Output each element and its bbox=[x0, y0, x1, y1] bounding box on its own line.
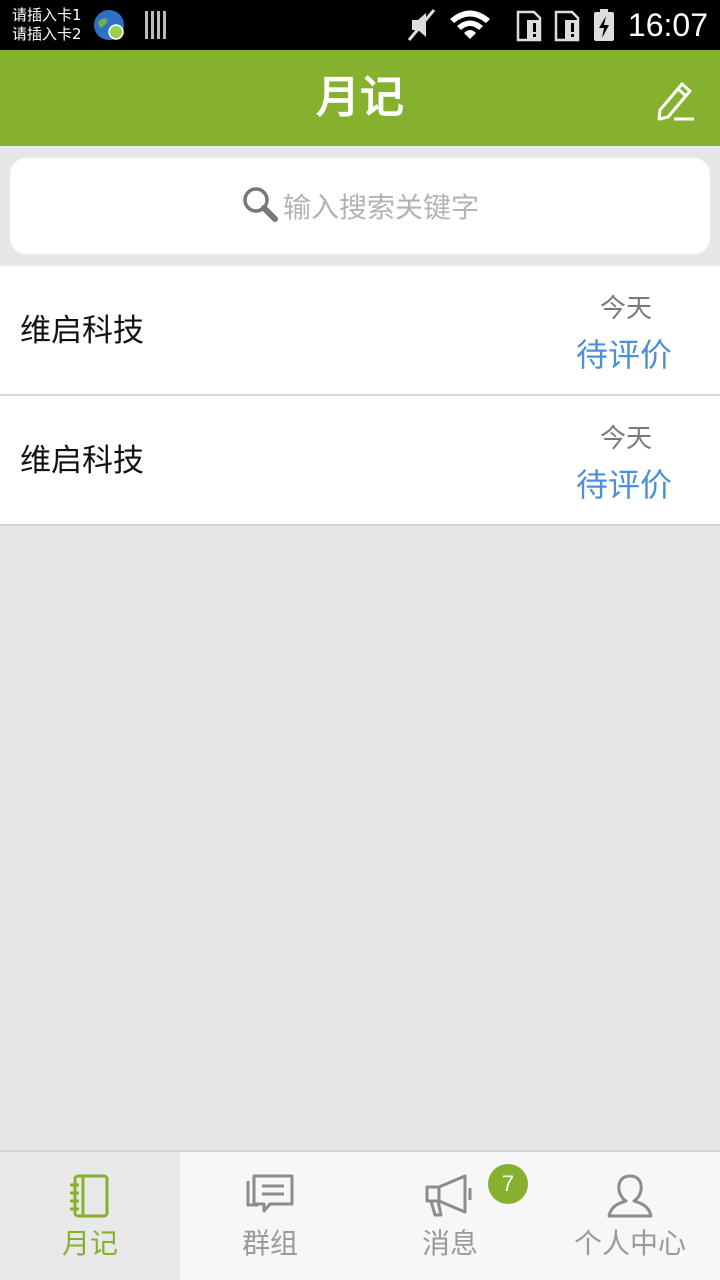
barcode-icon bbox=[144, 0, 170, 50]
status-time: 16:07 bbox=[627, 7, 708, 43]
person-icon bbox=[605, 1172, 655, 1220]
megaphone-icon bbox=[423, 1172, 477, 1220]
mute-icon bbox=[406, 0, 438, 50]
list-item-status[interactable]: 待评价 bbox=[576, 330, 672, 376]
search-icon bbox=[241, 185, 283, 227]
list-item-date: 今天 bbox=[599, 294, 652, 324]
notebook-icon bbox=[67, 1172, 113, 1220]
list-item-title: 维启科技 bbox=[20, 313, 144, 349]
tab-messages-label: 消息 bbox=[421, 1227, 478, 1260]
tab-profile[interactable]: 个人中心 bbox=[540, 1152, 720, 1280]
edit-pencil-icon[interactable] bbox=[650, 76, 698, 124]
search-input[interactable]: 输入搜索关键字 bbox=[10, 158, 710, 254]
chat-group-icon bbox=[244, 1172, 296, 1220]
battery-charging-icon bbox=[592, 0, 616, 50]
wifi-icon bbox=[448, 0, 492, 50]
tab-profile-label: 个人中心 bbox=[573, 1227, 686, 1260]
page-title: 月记 bbox=[316, 72, 404, 123]
list-item[interactable]: 维启科技 今天 待评价 bbox=[0, 396, 720, 526]
tab-messages[interactable]: 消息 7 bbox=[360, 1152, 540, 1280]
list-item-status[interactable]: 待评价 bbox=[576, 460, 672, 506]
sim-status: 请插入卡1 请插入卡2 bbox=[12, 6, 82, 44]
tab-groups[interactable]: 群组 bbox=[180, 1152, 360, 1280]
list-item-date: 今天 bbox=[599, 424, 652, 454]
app-header: 月记 bbox=[0, 50, 720, 146]
globe-sync-icon bbox=[92, 0, 126, 50]
sim1-text: 请插入卡1 bbox=[12, 6, 82, 24]
search-area: 输入搜索关键字 bbox=[0, 146, 720, 264]
journal-list: 维启科技 今天 待评价 维启科技 今天 待评价 bbox=[0, 266, 720, 526]
list-item-title: 维启科技 bbox=[20, 443, 144, 479]
list-item[interactable]: 维启科技 今天 待评价 bbox=[0, 266, 720, 396]
sim2-text: 请插入卡2 bbox=[12, 25, 82, 43]
message-count-badge: 7 bbox=[488, 1164, 528, 1204]
tab-journal-label: 月记 bbox=[61, 1227, 118, 1260]
sim1-alert-icon bbox=[514, 0, 546, 50]
bottom-nav: 月记 群组 消息 7 个人中心 bbox=[0, 1150, 720, 1280]
tab-journal[interactable]: 月记 bbox=[0, 1152, 180, 1280]
sim2-alert-icon bbox=[552, 0, 584, 50]
search-placeholder: 输入搜索关键字 bbox=[282, 191, 479, 224]
tab-groups-label: 群组 bbox=[241, 1227, 298, 1260]
status-bar: 请插入卡1 请插入卡2 16:07 bbox=[0, 0, 720, 50]
